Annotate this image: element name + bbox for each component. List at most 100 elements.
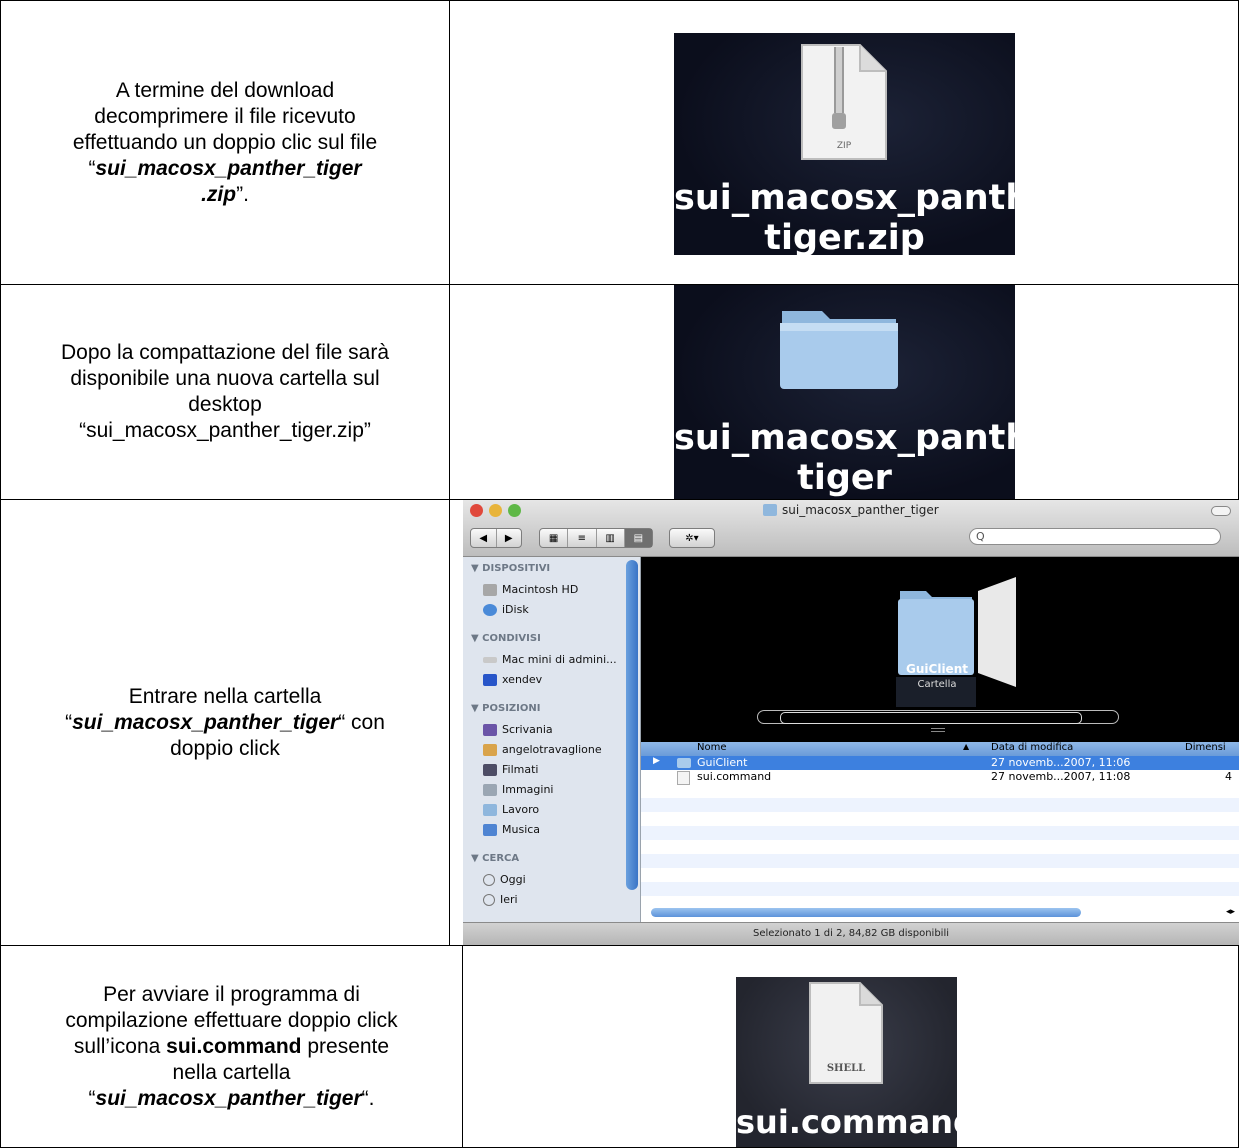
row4-text: Per avviare il programma di compilazione… xyxy=(1,946,462,1147)
row4-line4: nella cartella xyxy=(172,1060,291,1084)
zip-icon-caption: ZIP xyxy=(836,141,852,151)
sidebar-header-search[interactable]: ▼ CERCA xyxy=(471,853,519,864)
empty-row xyxy=(641,882,1239,896)
scroll-arrows-icon[interactable]: ◂▸ xyxy=(1226,907,1235,917)
sidebar-label: Filmati xyxy=(502,763,539,776)
close-button[interactable] xyxy=(470,504,483,517)
sidebar-item-idisk[interactable]: iDisk xyxy=(483,603,529,616)
sidebar-label: Oggi xyxy=(500,873,526,886)
sidebar-item-oggi[interactable]: Oggi xyxy=(483,873,526,886)
gear-icon[interactable]: ✲▾ xyxy=(670,529,714,547)
row1-line2: decomprimere il file ricevuto xyxy=(94,104,356,128)
folder-label-line1: sui_macosx_panther_ xyxy=(674,418,1015,458)
file-name: sui.command xyxy=(697,770,772,783)
column-view-icon[interactable]: ▥ xyxy=(597,529,625,547)
status-bar: Selezionato 1 di 2, 84,82 GB disponibili xyxy=(463,922,1239,945)
coverflow-view-icon[interactable]: ▤ xyxy=(624,529,652,547)
finder-window: sui_macosx_panther_tiger ◀ ▶ ▦ ≡ ▥ ▤ ✲▾ Q ▼ … xyxy=(463,500,1239,945)
horizontal-scrollbar[interactable] xyxy=(651,908,1081,917)
resize-handle-icon[interactable] xyxy=(931,728,945,732)
folder-icon[interactable] xyxy=(774,297,904,397)
action-menu-button[interactable]: ✲▾ xyxy=(669,528,715,548)
sidebar-item-macintosh-hd[interactable]: Macintosh HD xyxy=(483,583,578,596)
file-size: 4 xyxy=(1225,770,1232,783)
row4-line1: Per avviare il programma di xyxy=(103,982,360,1006)
coverflow-scroll-thumb[interactable] xyxy=(780,712,1082,724)
row1-line1: A termine del download xyxy=(115,78,335,102)
folder-icon xyxy=(483,803,497,816)
row2-text: Dopo la compattazione del file sarà disp… xyxy=(1,285,449,499)
sidebar-item-ieri[interactable]: Ieri xyxy=(483,893,518,906)
back-arrow-icon[interactable]: ◀ xyxy=(471,529,497,547)
empty-row xyxy=(641,854,1239,868)
zip-label-line2: tiger.zip xyxy=(764,218,925,255)
row1-quote-close: ”. xyxy=(236,182,249,206)
zoom-button[interactable] xyxy=(508,504,521,517)
row4-line3-post: presente xyxy=(301,1034,390,1058)
sidebar-header-shared[interactable]: ▼ CONDIVISI xyxy=(471,633,541,644)
empty-row xyxy=(641,798,1239,812)
row3-folder-name: sui_macosx_panther_tiger xyxy=(72,710,339,734)
sidebar-scrollbar[interactable] xyxy=(626,560,638,890)
list-header: Nome ▲ Data di modifica Dimensi xyxy=(641,742,1239,756)
music-icon xyxy=(483,823,497,836)
sidebar-item-home[interactable]: angelotravaglione xyxy=(483,743,602,756)
view-buttons[interactable]: ▦ ≡ ▥ ▤ xyxy=(539,528,653,548)
sidebar-label: Immagini xyxy=(502,783,554,796)
row3-line3: doppio click xyxy=(170,736,280,760)
clock-icon xyxy=(483,873,495,886)
folder-icon xyxy=(763,504,777,516)
table-row[interactable]: sui.command 27 novemb...2007, 11:08 4 xyxy=(641,770,1239,785)
idisk-icon xyxy=(483,603,497,616)
row4-quote-close: “. xyxy=(361,1086,375,1110)
row2-line4: “sui_macosx_panther_tiger.zip” xyxy=(79,419,371,442)
column-header-date[interactable]: Data di modifica xyxy=(991,742,1073,753)
row2-line2: disponibile una nuova cartella sul xyxy=(70,367,380,390)
coverflow-scrollbar[interactable] xyxy=(757,710,1119,724)
finder-sidebar: ▼ DISPOSITIVI Macintosh HD iDisk ▼ CONDI… xyxy=(463,557,641,923)
forward-arrow-icon[interactable]: ▶ xyxy=(497,529,522,547)
sidebar-label: Ieri xyxy=(500,893,518,906)
sort-arrow-icon: ▲ xyxy=(963,742,970,751)
zip-label-line1: sui_macosx_panther_ xyxy=(674,178,1015,218)
sidebar-item-immagini[interactable]: Immagini xyxy=(483,783,553,796)
sidebar-header-devices[interactable]: ▼ DISPOSITIVI xyxy=(471,563,550,574)
minimize-button[interactable] xyxy=(489,504,502,517)
command-label: sui.command xyxy=(736,1103,957,1141)
sidebar-item-scrivania[interactable]: Scrivania xyxy=(483,723,553,736)
sidebar-header-places[interactable]: ▼ POSIZIONI xyxy=(471,703,541,714)
table-row[interactable]: ▶ GuiClient 27 novemb...2007, 11:06 xyxy=(641,756,1239,770)
column-header-size[interactable]: Dimensi xyxy=(1185,742,1226,753)
sidebar-item-filmati[interactable]: Filmati xyxy=(483,763,538,776)
icon-view-icon[interactable]: ▦ xyxy=(540,529,569,547)
disclosure-triangle-icon[interactable]: ▶ xyxy=(653,756,660,766)
hard-drive-icon xyxy=(483,583,497,596)
toolbar-toggle-button[interactable] xyxy=(1211,506,1231,516)
row1-line3: effettuando un doppio clic sul file xyxy=(72,130,378,154)
home-icon xyxy=(483,743,497,756)
sidebar-item-lavoro[interactable]: Lavoro xyxy=(483,803,539,816)
desktop-icon xyxy=(483,723,497,736)
instruction-table: A termine del download decomprimere il f… xyxy=(0,0,1239,1148)
column-header-name[interactable]: Nome xyxy=(697,742,727,753)
window-title: sui_macosx_panther_tiger xyxy=(763,503,939,517)
list-view-icon[interactable]: ≡ xyxy=(568,529,597,547)
search-input[interactable]: Q xyxy=(969,528,1221,545)
sidebar-label: Mac mini di admini... xyxy=(502,653,617,666)
row4-command-name: sui.command xyxy=(166,1034,302,1058)
column-divider xyxy=(449,0,450,945)
coverflow-item-name: GuiClient xyxy=(906,662,968,676)
sidebar-item-xendev[interactable]: xendev xyxy=(483,673,542,686)
window-title-text: sui_macosx_panther_tiger xyxy=(782,503,939,517)
sidebar-label: iDisk xyxy=(502,603,529,616)
sidebar-item-musica[interactable]: Musica xyxy=(483,823,540,836)
nav-buttons[interactable]: ◀ ▶ xyxy=(470,528,522,548)
row4-line3-pre: sull’icona xyxy=(73,1034,167,1058)
file-date: 27 novemb...2007, 11:08 xyxy=(991,770,1131,783)
column-divider-bottom xyxy=(462,945,463,1148)
sidebar-item-mac-mini[interactable]: Mac mini di admini... xyxy=(483,653,617,666)
row4-folder-name: sui_macosx_panther_tiger xyxy=(95,1086,362,1110)
sidebar-label: Macintosh HD xyxy=(502,583,579,596)
sidebar-label: angelotravaglione xyxy=(502,743,602,756)
file-date: 27 novemb...2007, 11:06 xyxy=(991,756,1131,769)
